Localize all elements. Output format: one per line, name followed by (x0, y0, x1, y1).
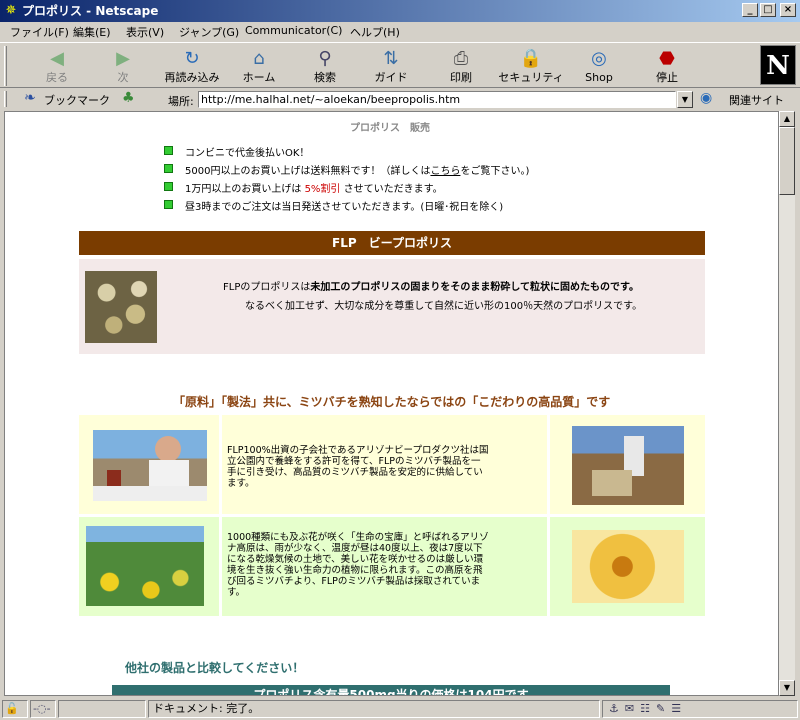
beekeeper-man-image (93, 430, 207, 501)
scroll-thumb[interactable] (779, 127, 795, 195)
menu-bar: ファイル(F) 編集(E) 表示(V) ジャンプ(G) Communicator… (0, 22, 800, 40)
page-heading: プロポリス 販売 (350, 123, 430, 134)
price-info-bar: プロポリス含有量500mg当りの価格は104円です (112, 685, 670, 695)
toolbar-grip[interactable] (4, 46, 7, 86)
minimize-button[interactable]: _ (742, 3, 758, 17)
close-button[interactable]: × (780, 3, 796, 17)
bullet-text-3: 1万円以上のお買い上げは 5%割引 させていただきます。 (185, 184, 443, 195)
menu-help[interactable]: ヘルプ(H) (350, 24, 400, 40)
guide-button[interactable]: ⇅ ガイド (362, 45, 420, 87)
maximize-button[interactable]: □ (760, 3, 776, 17)
menu-communicator[interactable]: Communicator(C) (245, 24, 342, 37)
home-button[interactable]: ⌂ ホーム (230, 45, 288, 87)
bullet-text-4: 昼3時までのご注文は当日発送させていただきます。(日曜･祝日を除く) (185, 202, 504, 213)
scroll-down-button[interactable]: ▼ (779, 680, 795, 696)
bullet-icon (164, 200, 173, 209)
bookmarks-button[interactable]: ブックマーク (44, 92, 110, 108)
search-icon: ⚲ (318, 48, 332, 69)
progress-meter (58, 700, 146, 718)
quality-heading: 「原料」「製法」共に、ミツバチを熟知したならではの「こだわりの高品質」です (173, 395, 611, 409)
reload-icon: ↻ (184, 48, 200, 69)
connection-icon: -◌- (30, 700, 56, 718)
related-sites-icon[interactable]: ◉ (700, 90, 712, 106)
details-link[interactable]: こちら (430, 166, 460, 177)
bookmarks-icon[interactable]: ❧ (24, 90, 36, 106)
shop-icon: ◎ (591, 48, 607, 69)
page-viewport[interactable]: プロポリス 販売 コンビニで代金後払いOK！ 5000円以上のお買い上げは送料無… (4, 111, 779, 696)
back-arrow-icon: ◀ (50, 48, 64, 69)
url-dropdown-button[interactable]: ▼ (677, 91, 693, 108)
address-book-icon[interactable]: ☰ (671, 702, 687, 715)
forward-arrow-icon: ▶ (116, 48, 130, 69)
stop-icon: ⬣ (659, 48, 675, 69)
bullet-icon (164, 164, 173, 173)
arizona-plateau-text: 1000種類にも及ぶ花が咲く「生命の宝庫」と呼ばれるアリゾナ高原は、雨が少なく、… (227, 532, 489, 598)
location-bar: ❧ ブックマーク ♣ 場所: http://me.halhal.net/~alo… (0, 89, 800, 109)
mail-icon[interactable]: ✉ (625, 702, 640, 715)
status-bar: 🔓 -◌- ドキュメント: 完了。 ⚓✉☷✎☰ (0, 698, 800, 720)
home-icon: ⌂ (253, 48, 265, 69)
back-button[interactable]: ◀ 戻る (28, 45, 86, 87)
component-bar: ⚓✉☷✎☰ (602, 700, 798, 718)
stop-button[interactable]: ⬣ 停止 (638, 45, 696, 87)
netscape-app-icon: ✵ (5, 3, 17, 18)
product-desc-line2: なるべく加工せず、大切な成分を尊重して自然に近い形の100％天然のプロポリスです… (245, 301, 643, 312)
bullet-text-2: 5000円以上のお買い上げは送料無料です！（詳しくはこちらをご覧下さい。) (185, 166, 530, 177)
reload-button[interactable]: ↻ 再読み込み (160, 45, 224, 87)
newsgroup-icon[interactable]: ☷ (640, 702, 656, 715)
discount-highlight: 5%割引 (304, 184, 341, 195)
netscape-logo[interactable]: N (760, 45, 796, 85)
product-desc-line1: FLPのプロポリスは未加工のプロポリスの固まりをそのまま粉砕して粒状に固めたもの… (223, 282, 640, 293)
menu-go[interactable]: ジャンプ(G) (179, 24, 239, 40)
window-title: プロポリス - Netscape (22, 4, 159, 18)
menu-view[interactable]: 表示(V) (126, 24, 164, 40)
composer-icon[interactable]: ✎ (656, 702, 671, 715)
page-proxy-icon[interactable]: ♣ (122, 90, 135, 106)
lock-icon: 🔒 (519, 48, 543, 69)
product-title-bar: FLP ビープロポリス (79, 231, 705, 255)
status-text: ドキュメント: 完了。 (148, 700, 600, 718)
guide-icon: ⇅ (383, 48, 399, 69)
bullet-icon (164, 182, 173, 191)
security-button[interactable]: 🔒 セキュリティ (498, 45, 564, 87)
location-grip[interactable] (4, 91, 7, 107)
wildflower-field-image (86, 526, 204, 606)
arizona-company-text: FLP100%出資の子会社であるアリゾナビープロダクツ社は国立公園内で養蜂をする… (227, 445, 489, 489)
title-bar[interactable]: ✵ プロポリス - Netscape _ □ × (0, 0, 800, 22)
printer-icon: ⎙ (453, 48, 469, 69)
propolis-granules-image (85, 271, 157, 343)
menu-edit[interactable]: 編集(E) (73, 24, 111, 40)
navigator-icon[interactable]: ⚓ (609, 702, 625, 715)
navigation-toolbar: ◀ 戻る ▶ 次 ↻ 再読み込み ⌂ ホーム ⚲ 検索 ⇅ ガイド ⎙ 印刷 🔒… (0, 42, 800, 88)
bullet-icon (164, 146, 173, 155)
compare-heading: 他社の製品と比較してください！ (125, 661, 305, 675)
scroll-up-button[interactable]: ▲ (779, 111, 795, 127)
related-sites-button[interactable]: 関連サイト (729, 92, 784, 108)
vertical-scrollbar[interactable]: ▲ ▼ (779, 111, 795, 696)
bullet-text-1: コンビニで代金後払いOK！ (185, 148, 310, 159)
shop-button[interactable]: ◎ Shop (570, 45, 628, 87)
security-lock-icon[interactable]: 🔓 (2, 700, 28, 718)
search-button[interactable]: ⚲ 検索 (296, 45, 354, 87)
location-label: 場所: (168, 95, 194, 108)
bee-on-flower-image (572, 530, 684, 603)
beekeeper-hives-image (572, 426, 684, 505)
print-button[interactable]: ⎙ 印刷 (432, 45, 490, 87)
url-input[interactable]: http://me.halhal.net/~aloekan/beepropoli… (198, 91, 676, 108)
menu-file[interactable]: ファイル(F) (10, 24, 69, 40)
forward-button[interactable]: ▶ 次 (94, 45, 152, 87)
